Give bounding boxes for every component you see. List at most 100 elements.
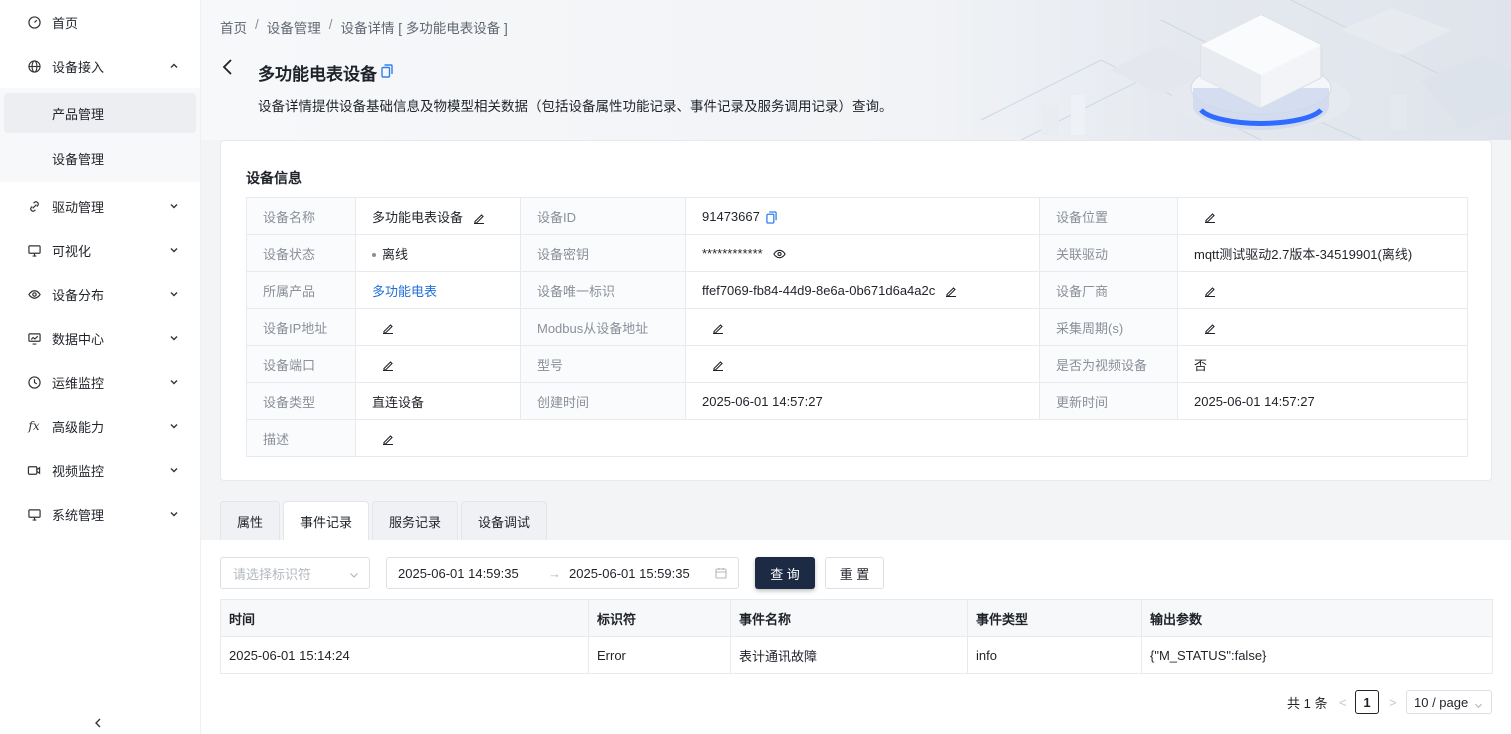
- uid-value: ffef7069-fb84-44d9-8e6a-0b671d6a4a2c: [702, 282, 936, 298]
- edit-icon[interactable]: [712, 359, 724, 372]
- chevron-down-icon: [168, 508, 180, 520]
- info-key: 设备厂商: [1039, 271, 1178, 309]
- info-row: 设备名称 多功能电表设备 设备ID 91473667 设备位置: [246, 197, 1468, 235]
- info-row: 所属产品 多功能电表 设备唯一标识 ffef7069-fb84-44d9-8e6…: [246, 271, 1468, 309]
- sidebar-item-system[interactable]: 系统管理: [0, 492, 200, 536]
- product-link[interactable]: 多功能电表: [372, 284, 437, 299]
- date-range-picker[interactable]: 2025-06-01 14:59:35 → 2025-06-01 15:59:3…: [386, 557, 739, 589]
- edit-icon[interactable]: [1204, 211, 1216, 224]
- end-date[interactable]: 2025-06-01 15:59:35: [569, 566, 690, 581]
- info-key: 设备位置: [1039, 197, 1178, 235]
- info-value-is-video: 否: [1177, 345, 1468, 383]
- device-info-card: 设备信息 设备名称 多功能电表设备 设备ID 91473667 设备位置 设备状…: [220, 140, 1492, 481]
- column-header: 时间: [220, 599, 589, 637]
- sidebar-item-device-management[interactable]: 设备管理: [4, 138, 196, 178]
- info-key: Modbus从设备地址: [520, 308, 686, 346]
- edit-icon[interactable]: [382, 322, 394, 335]
- sidebar-item-label: 运维监控: [52, 375, 105, 391]
- sidebar-item-label: 设备分布: [52, 287, 105, 303]
- edit-icon[interactable]: [945, 285, 957, 298]
- chevron-up-icon: [168, 60, 180, 72]
- page-size-select[interactable]: 10 / page: [1406, 690, 1492, 714]
- tab-properties[interactable]: 属性: [220, 501, 281, 541]
- chevron-down-icon: [1474, 698, 1483, 709]
- calendar-icon: [715, 567, 728, 580]
- page-number[interactable]: 1: [1355, 690, 1379, 714]
- info-value-device-name: 多功能电表设备: [355, 197, 521, 235]
- sidebar-item-advanced[interactable]: fx 高级能力: [0, 404, 200, 448]
- page-title: 多功能电表设备: [258, 65, 377, 84]
- edit-icon[interactable]: [712, 322, 724, 335]
- device-id-value: 91473667: [702, 208, 760, 224]
- copy-icon[interactable]: [766, 211, 778, 224]
- edit-icon[interactable]: [473, 212, 485, 225]
- copy-icon[interactable]: [381, 64, 394, 78]
- identifier-select[interactable]: 请选择标识符: [220, 557, 370, 589]
- column-header: 事件类型: [967, 599, 1142, 637]
- chevron-down-icon: [168, 200, 180, 212]
- prev-page-icon[interactable]: <: [1339, 695, 1347, 710]
- column-header: 输出参数: [1141, 599, 1493, 637]
- sidebar-item-data-center[interactable]: 数据中心: [0, 316, 200, 360]
- breadcrumb-current: 设备详情 [ 多功能电表设备 ]: [340, 21, 508, 36]
- info-row: 设备类型 直连设备 创建时间 2025-06-01 14:57:27 更新时间 …: [246, 382, 1468, 420]
- info-row: 描述: [246, 419, 1468, 457]
- query-button[interactable]: 查 询: [755, 557, 815, 589]
- next-page-icon[interactable]: >: [1389, 695, 1397, 710]
- sidebar-item-home[interactable]: 首页: [0, 0, 200, 44]
- start-date[interactable]: 2025-06-01 14:59:35: [398, 566, 519, 581]
- back-arrow-icon[interactable]: [220, 58, 238, 76]
- reset-button[interactable]: 重 置: [825, 557, 884, 589]
- chevron-down-icon: [168, 376, 180, 388]
- info-key: 设备名称: [246, 197, 356, 235]
- chevron-down-icon: [168, 332, 180, 344]
- info-key: 关联驱动: [1039, 234, 1178, 272]
- header-banner: 首页 / 设备管理 / 设备详情 [ 多功能电表设备 ] 多功能电表设备 设备详…: [201, 0, 1511, 140]
- tab-service-records[interactable]: 服务记录: [372, 501, 459, 541]
- edit-icon[interactable]: [382, 359, 394, 372]
- edit-icon[interactable]: [382, 433, 394, 446]
- eye-icon[interactable]: [773, 248, 786, 260]
- chevron-down-icon: [349, 568, 359, 578]
- sidebar-item-ops-monitor[interactable]: 运维监控: [0, 360, 200, 404]
- banner-illustration: [980, 0, 1511, 140]
- info-value-ip: [355, 308, 521, 346]
- cell-event-name: 表计通讯故障: [730, 636, 968, 674]
- main-content: 首页 / 设备管理 / 设备详情 [ 多功能电表设备 ] 多功能电表设备 设备详…: [201, 0, 1511, 734]
- sidebar-item-device-distribution[interactable]: 设备分布: [0, 272, 200, 316]
- breadcrumb-home[interactable]: 首页: [220, 17, 247, 37]
- breadcrumb-separator: /: [255, 17, 259, 32]
- info-row: 设备端口 型号 是否为视频设备 否: [246, 345, 1468, 383]
- edit-icon[interactable]: [1204, 322, 1216, 335]
- sidebar: 首页 设备接入 产品管理 设备管理 驱动管理 可视化 设备分布 数据中心 运维监…: [0, 0, 201, 734]
- sidebar-item-device-access[interactable]: 设备接入: [0, 44, 200, 88]
- event-panel: 请选择标识符 2025-06-01 14:59:35 → 2025-06-01 …: [201, 540, 1511, 734]
- sidebar-item-label: 系统管理: [52, 507, 105, 523]
- sidebar-item-visualization[interactable]: 可视化: [0, 228, 200, 272]
- page-size-value: 10 / page: [1414, 694, 1469, 710]
- sidebar-item-driver[interactable]: 驱动管理: [0, 184, 200, 228]
- collapse-sidebar-icon[interactable]: [92, 717, 106, 731]
- info-key: 设备IP地址: [246, 308, 356, 346]
- chevron-down-icon: [168, 244, 180, 256]
- device-name-value: 多功能电表设备: [372, 209, 464, 225]
- sidebar-item-label: 设备管理: [52, 151, 105, 167]
- tab-event-records[interactable]: 事件记录: [283, 501, 370, 541]
- breadcrumb: 首页 / 设备管理 / 设备详情 [ 多功能电表设备 ]: [220, 17, 508, 37]
- tab-device-debug[interactable]: 设备调试: [461, 501, 548, 541]
- status-value: 离线: [382, 246, 409, 262]
- sidebar-item-label: 产品管理: [52, 106, 105, 122]
- cell-output-params: {"M_STATUS":false}: [1141, 636, 1493, 674]
- edit-icon[interactable]: [1204, 285, 1216, 298]
- breadcrumb-device-management[interactable]: 设备管理: [267, 17, 321, 37]
- info-value-secret: ************: [685, 234, 1040, 272]
- info-value-driver: mqtt测试驱动2.7版本-34519901(离线): [1177, 234, 1468, 272]
- sidebar-item-video[interactable]: 视频监控: [0, 448, 200, 492]
- chevron-down-icon: [168, 420, 180, 432]
- globe-icon: [27, 59, 41, 73]
- chart-monitor-icon: [27, 331, 41, 345]
- cell-time: 2025-06-01 15:14:24: [220, 636, 589, 674]
- sidebar-item-product-management[interactable]: 产品管理: [4, 93, 196, 133]
- secret-value: ************: [702, 245, 763, 261]
- table-header-row: 时间 标识符 事件名称 事件类型 输出参数: [220, 599, 1493, 637]
